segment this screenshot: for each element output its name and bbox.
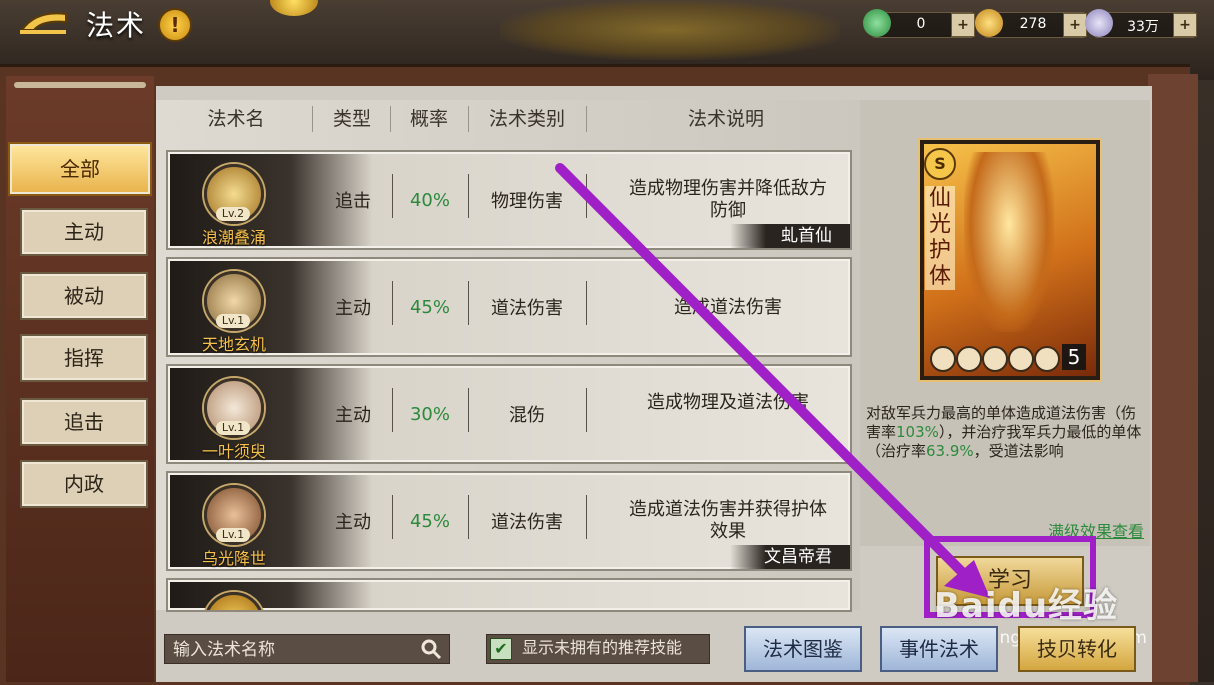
sidebar-item-active[interactable]: 主动 (20, 208, 148, 256)
toggle-label: 显示未拥有的推荐技能 (522, 638, 683, 657)
skill-icon (204, 592, 264, 610)
search-icon[interactable] (420, 638, 442, 660)
header-divider (312, 106, 313, 132)
header-rate: 概率 (409, 108, 448, 130)
card-rank-badge: S (924, 148, 956, 180)
skill-type: 主动 (335, 512, 371, 533)
card-figure-art (964, 152, 1054, 332)
event-skill-button[interactable]: 事件法术 (880, 626, 998, 672)
header-description: 法术说明 (687, 108, 764, 130)
row-divider (586, 281, 587, 325)
sidebar-item-command[interactable]: 指挥 (20, 334, 148, 382)
skill-level: Lv.1 (216, 421, 250, 435)
skill-description: 造成道法伤害并获得护体效果 (629, 499, 827, 542)
card-gem-icon (982, 346, 1008, 372)
sidebar-item-internal[interactable]: 内政 (20, 460, 148, 508)
header-category: 法术类别 (488, 108, 565, 130)
skill-rate: 45% (409, 510, 450, 532)
skill-description: 造成物理及道法伤害 (647, 392, 809, 413)
table-row[interactable]: Lv.1 乌光降世 主动 45% 道法伤害 造成道法伤害并获得护体效果 文昌帝君 (166, 471, 852, 571)
skill-type: 主动 (335, 298, 371, 319)
skill-category: 混伤 (509, 405, 545, 426)
skill-category: 物理伤害 (491, 191, 563, 212)
skill-name: 乌光降世 (201, 549, 266, 568)
card-name: 仙光护体 (925, 186, 955, 290)
add-jade-button[interactable]: + (951, 13, 975, 37)
header-divider (586, 106, 587, 132)
skill-category: 道法伤害 (491, 298, 563, 319)
scroll-edge (1148, 74, 1198, 682)
help-button[interactable]: ! (158, 8, 192, 42)
header-name: 法术名 (207, 108, 265, 130)
skill-convert-button[interactable]: 技贝转化 (1018, 626, 1136, 672)
detail-text-part: ，受道法影响 (973, 442, 1064, 460)
skill-rate: 30% (409, 403, 450, 425)
card-level: 5 (1062, 344, 1086, 370)
skill-level: Lv.1 (216, 314, 250, 328)
add-gold-button[interactable]: + (1063, 13, 1087, 37)
checkbox-checked-icon[interactable]: ✔ (490, 638, 512, 660)
skill-name: 天地玄机 (201, 335, 266, 354)
card-gem-icon (1008, 346, 1034, 372)
header-divider (468, 106, 469, 132)
skill-category: 道法伤害 (491, 512, 563, 533)
sidebar-item-all[interactable]: 全部 (8, 142, 152, 196)
skill-level: Lv.1 (216, 528, 250, 542)
row-divider (586, 388, 587, 432)
skill-source-tag: 虬首仙 (730, 224, 850, 248)
back-button[interactable] (16, 6, 72, 42)
row-divider (586, 495, 587, 539)
heal-rate: 63.9% (926, 442, 974, 460)
sidebar-item-pursuit[interactable]: 追击 (20, 398, 148, 446)
header-type: 类型 (332, 108, 371, 130)
skill-name: 浪潮叠涌 (201, 228, 266, 247)
skill-type: 追击 (335, 191, 371, 212)
gold-ingot-icon (975, 9, 1003, 37)
resource-value: 0 (916, 16, 926, 32)
table-row[interactable]: Lv.1 一叶须臾 主动 30% 混伤 造成物理及道法伤害 (166, 364, 852, 464)
skill-codex-button[interactable]: 法术图鉴 (744, 626, 862, 672)
jade-icon (863, 9, 891, 37)
sidebar-top-bar (14, 82, 146, 88)
palace-decoration (500, 0, 840, 60)
page-title: 法术 (86, 9, 147, 42)
resource-value: 278 (1019, 16, 1047, 32)
skill-level: Lv.2 (216, 207, 250, 221)
skill-source-tag: 文昌帝君 (730, 545, 850, 569)
skill-detail-text: 对敌军兵力最高的单体造成道法伤害（伤害率103%），并治疗我军兵力最低的单体（治… (866, 404, 1150, 461)
back-arrow-icon (20, 12, 67, 34)
row-divider (586, 174, 587, 218)
skill-description: 造成物理伤害并降低敌方防御 (629, 178, 827, 221)
card-gem-icon (1034, 346, 1060, 372)
resource-silver: 33万 + (1085, 9, 1197, 38)
resource-value: 33万 (1127, 19, 1159, 35)
watermark-logo: Baidu经验 (934, 586, 1119, 626)
silver-ingot-icon (1085, 9, 1113, 37)
skill-description: 造成道法伤害 (674, 297, 782, 318)
add-silver-button[interactable]: + (1173, 13, 1197, 37)
damage-rate: 103% (896, 423, 939, 441)
skill-name: 一叶须臾 (201, 442, 266, 461)
card-gem-icon (930, 346, 956, 372)
table-row-partial[interactable] (166, 578, 852, 612)
table-row[interactable]: Lv.1 天地玄机 主动 45% 道法伤害 造成道法伤害 (166, 257, 852, 357)
skill-type: 主动 (335, 405, 371, 426)
resource-jade: 0 + (863, 9, 975, 38)
search-input[interactable]: 输入法术名称 (164, 634, 450, 664)
table-row[interactable]: Lv.2 浪潮叠涌 追击 40% 物理伤害 造成物理伤害并降低敌方防御 虬首仙 (166, 150, 852, 250)
header-divider (390, 106, 391, 132)
card-gem-icon (956, 346, 982, 372)
resource-gold: 278 + (975, 9, 1087, 38)
skill-rate: 40% (409, 189, 450, 211)
sidebar-item-passive[interactable]: 被动 (20, 272, 148, 320)
skill-rate: 45% (409, 296, 450, 318)
